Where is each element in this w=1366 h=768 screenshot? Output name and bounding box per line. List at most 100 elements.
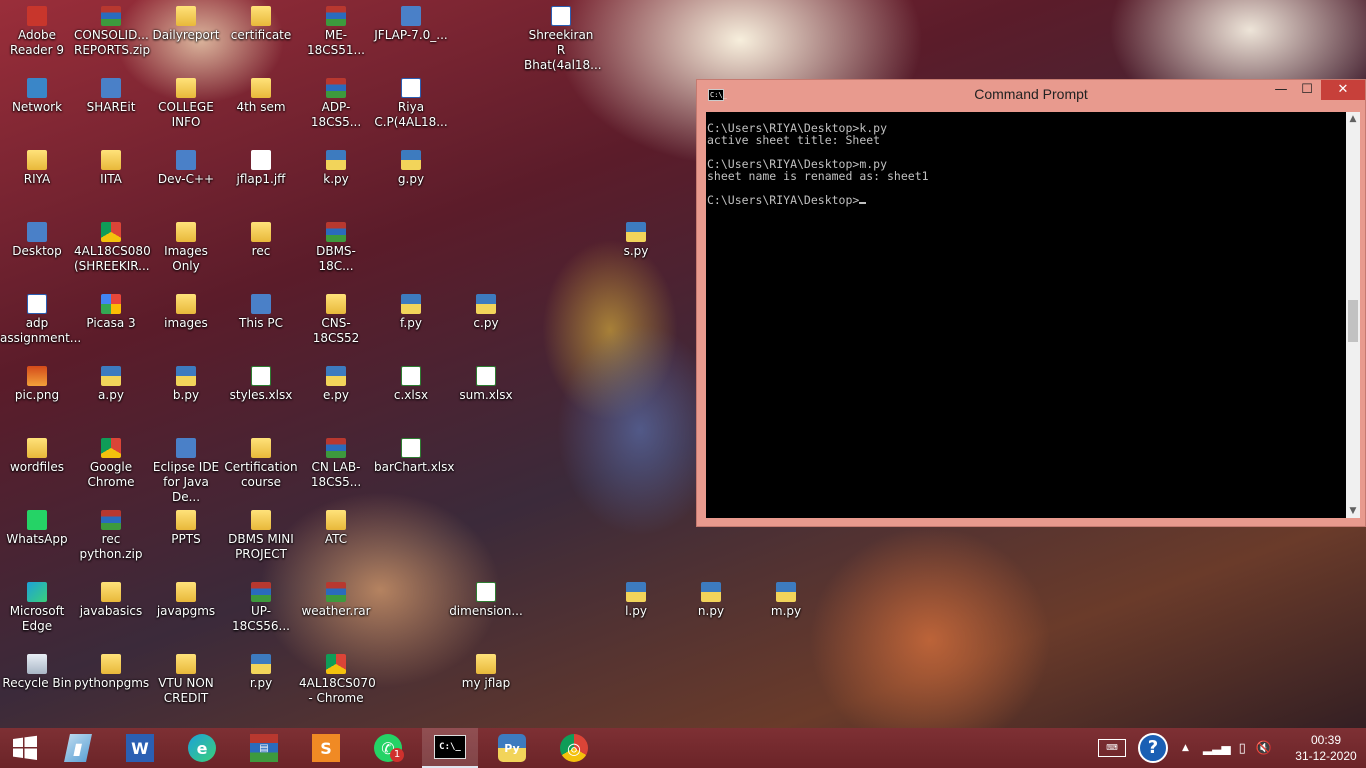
desktop-icon[interactable]: 4AL18CS080 (SHREEKIR... — [74, 222, 151, 274]
taskbar-app-file-manager[interactable]: ▮ — [50, 728, 106, 768]
desktop-icon[interactable]: wordfiles — [0, 438, 74, 475]
desktop-icon[interactable]: Riya C.P(4AL18... — [374, 78, 448, 130]
desktop-icon[interactable]: Eclipse IDE for Java De... — [149, 438, 223, 505]
desktop-icon[interactable]: ME-18CS51... — [299, 6, 373, 58]
desktop-icon[interactable]: This PC — [224, 294, 298, 331]
start-button[interactable] — [0, 728, 50, 768]
cmd-title-bar[interactable]: C:\_ Command Prompt — ☐ ✕ — [697, 80, 1365, 110]
desktop-icon[interactable]: Dev-C++ — [149, 150, 223, 187]
desktop-icon[interactable]: CNS-18CS52 — [299, 294, 373, 346]
rar-icon — [326, 222, 346, 242]
volume-muted-icon[interactable]: 🔇 — [1256, 741, 1272, 756]
minimize-button[interactable]: — — [1267, 80, 1295, 100]
desktop-icon[interactable]: e.py — [299, 366, 373, 403]
desktop-icon[interactable]: pic.png — [0, 366, 74, 403]
desktop-icon[interactable]: m.py — [749, 582, 823, 619]
desktop-icon-label: Adobe Reader 9 — [10, 28, 64, 57]
py-icon — [701, 582, 721, 602]
desktop-icon[interactable]: Certification course — [224, 438, 298, 490]
desktop-icon[interactable]: WhatsApp — [0, 510, 74, 547]
desktop-icon[interactable]: dimension... — [449, 582, 523, 619]
desktop-icon[interactable]: Dailyreport — [149, 6, 223, 43]
desktop-icon[interactable]: 4AL18CS070 - Chrome — [299, 654, 376, 706]
desktop-icon[interactable]: javabasics — [74, 582, 148, 619]
desktop-icon[interactable]: Picasa 3 — [74, 294, 148, 331]
desktop-icon[interactable]: s.py — [599, 222, 673, 259]
desktop-icon[interactable]: Adobe Reader 9 — [0, 6, 74, 58]
desktop-icon[interactable]: Recycle Bin — [0, 654, 74, 691]
desktop-icon[interactable]: Desktop — [0, 222, 74, 259]
desktop-icon[interactable]: g.py — [374, 150, 448, 187]
keyboard-icon[interactable]: ⌨ — [1098, 739, 1126, 757]
desktop-icon[interactable]: k.py — [299, 150, 373, 187]
desktop-icon[interactable]: JFLAP-7.0_... — [374, 6, 448, 43]
close-button[interactable]: ✕ — [1321, 80, 1365, 100]
show-hidden-icons-icon[interactable]: ▲ — [1182, 743, 1189, 753]
desktop-icon[interactable]: c.py — [449, 294, 523, 331]
desktop-icon[interactable]: b.py — [149, 366, 223, 403]
desktop-icon[interactable]: 4th sem — [224, 78, 298, 115]
desktop-icon-label: CNS-18CS52 — [312, 316, 360, 345]
desktop-icon[interactable]: javapgms — [149, 582, 223, 619]
taskbar-app-edge[interactable]: e — [174, 728, 230, 768]
desktop-icon[interactable]: a.py — [74, 366, 148, 403]
desktop-icon[interactable]: weather.rar — [299, 582, 373, 619]
desktop-icon[interactable]: CONSOLID... REPORTS.zip — [74, 6, 150, 58]
desktop-icon[interactable]: certificate — [224, 6, 298, 43]
desktop-icon[interactable]: barChart.xlsx — [374, 438, 454, 475]
desktop-icon[interactable]: Shreekiran R Bhat(4al18... — [524, 6, 602, 73]
desktop-icon[interactable]: my jflap — [449, 654, 523, 691]
desktop-icon[interactable]: Google Chrome — [74, 438, 148, 490]
desktop-icon[interactable]: RIYA — [0, 150, 74, 187]
desktop-icon[interactable]: SHAREit — [74, 78, 148, 115]
help-icon[interactable]: ? — [1138, 733, 1168, 763]
desktop-icon[interactable]: jflap1.jff — [224, 150, 298, 187]
desktop-icon[interactable]: sum.xlsx — [449, 366, 523, 403]
desktop-icon[interactable]: UP-18CS56... — [224, 582, 298, 634]
desktop-icon[interactable]: CN LAB-18CS5... — [299, 438, 373, 490]
scrollbar-thumb[interactable] — [1348, 300, 1358, 342]
scroll-down-arrow-icon[interactable]: ▼ — [1346, 504, 1360, 518]
taskbar-clock[interactable]: 00:39 31-12-2020 — [1288, 732, 1364, 764]
desktop-icon[interactable]: n.py — [674, 582, 748, 619]
console-scrollbar[interactable]: ▲ ▼ — [1346, 112, 1360, 518]
taskbar-app-command-prompt[interactable]: C:\_ — [422, 728, 478, 768]
net-icon — [27, 78, 47, 98]
desktop-icon[interactable]: c.xlsx — [374, 366, 448, 403]
taskbar-app-word[interactable]: W — [112, 728, 168, 768]
desktop-icon[interactable]: Network — [0, 78, 74, 115]
desktop-icon-label: Network — [11, 100, 63, 114]
taskbar-app-winrar[interactable]: ▤ — [236, 728, 292, 768]
desktop-icon[interactable]: pythonpgms — [74, 654, 149, 691]
desktop-icon[interactable]: IITA — [74, 150, 148, 187]
taskbar-app-whatsapp[interactable]: ✆ 1 — [360, 728, 416, 768]
desktop-icon[interactable]: ADP-18CS5... — [299, 78, 373, 130]
desktop-icon[interactable]: l.py — [599, 582, 673, 619]
desktop-icon[interactable]: Microsoft Edge — [0, 582, 74, 634]
taskbar-app-python[interactable]: Py — [484, 728, 540, 768]
desktop-icon[interactable]: rec — [224, 222, 298, 259]
scroll-up-arrow-icon[interactable]: ▲ — [1346, 112, 1360, 126]
command-prompt-window[interactable]: C:\_ Command Prompt — ☐ ✕ C:\Users\RIYA\… — [696, 79, 1366, 527]
desktop-icon[interactable]: adp assignment... — [0, 294, 81, 346]
desktop-icon[interactable]: Images Only — [149, 222, 223, 274]
desktop-icon[interactable]: DBMS MINI PROJECT — [224, 510, 298, 562]
desktop-icon[interactable]: PPTS — [149, 510, 223, 547]
maximize-button[interactable]: ☐ — [1293, 80, 1321, 100]
desktop-icon[interactable]: DBMS-18C... — [299, 222, 373, 274]
desktop-icon[interactable]: r.py — [224, 654, 298, 691]
desktop-icon[interactable]: f.py — [374, 294, 448, 331]
desktop-icon[interactable]: ATC — [299, 510, 373, 547]
py-icon — [326, 366, 346, 386]
desktop-icon[interactable]: COLLEGE INFO — [149, 78, 223, 130]
desktop-icon[interactable]: VTU NON CREDIT — [149, 654, 223, 706]
py-icon — [626, 222, 646, 242]
desktop-icon[interactable]: rec python.zip — [74, 510, 148, 562]
taskbar-app-sublime[interactable]: S — [298, 728, 354, 768]
battery-icon[interactable]: ▯ — [1239, 741, 1246, 756]
desktop-icon[interactable]: images — [149, 294, 223, 331]
taskbar-app-chrome[interactable]: ◎ — [546, 728, 602, 768]
desktop-icon[interactable]: styles.xlsx — [224, 366, 298, 403]
network-signal-icon[interactable]: ▂▃▅ — [1203, 741, 1231, 755]
console-output[interactable]: C:\Users\RIYA\Desktop>k.py active sheet t… — [706, 112, 1346, 518]
